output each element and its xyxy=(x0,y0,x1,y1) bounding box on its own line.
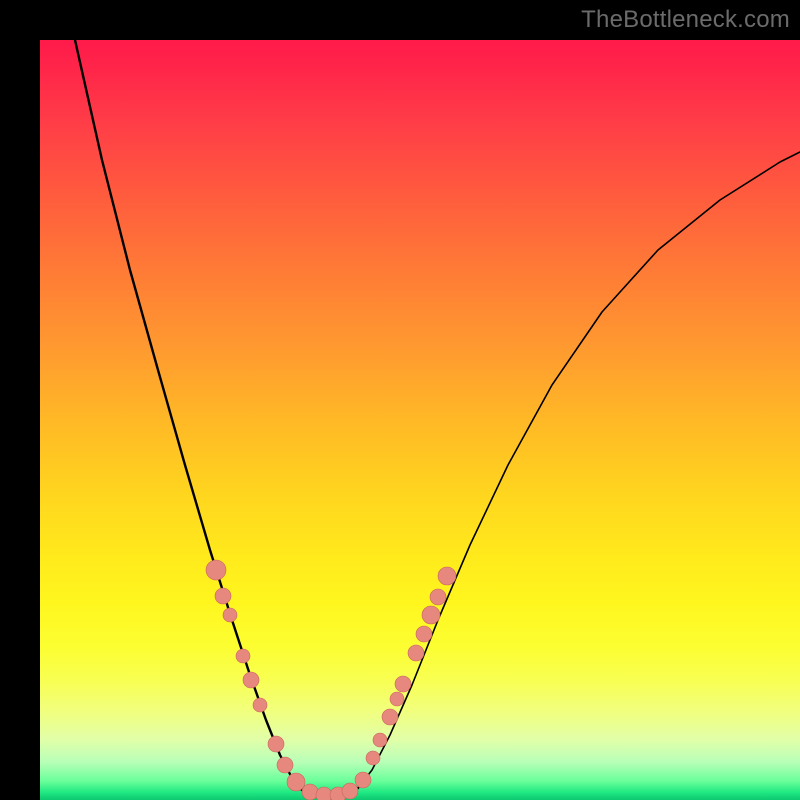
data-marker xyxy=(302,784,318,800)
curve-group xyxy=(75,40,800,796)
plot-area xyxy=(40,40,800,800)
data-marker xyxy=(277,757,293,773)
data-marker xyxy=(390,692,404,706)
data-marker xyxy=(382,709,398,725)
data-marker xyxy=(422,606,440,624)
data-marker xyxy=(438,567,456,585)
data-marker xyxy=(355,772,371,788)
data-marker xyxy=(243,672,259,688)
data-marker xyxy=(395,676,411,692)
data-marker xyxy=(253,698,267,712)
data-marker xyxy=(342,783,358,799)
data-marker xyxy=(408,645,424,661)
data-marker xyxy=(316,787,332,800)
chart-frame: TheBottleneck.com xyxy=(0,0,800,800)
data-marker xyxy=(268,736,284,752)
data-marker xyxy=(373,733,387,747)
data-marker xyxy=(215,588,231,604)
data-marker xyxy=(223,608,237,622)
data-marker xyxy=(236,649,250,663)
watermark-text: TheBottleneck.com xyxy=(581,6,790,34)
data-marker xyxy=(366,751,380,765)
data-marker xyxy=(430,589,446,605)
data-marker xyxy=(287,773,305,791)
chart-svg xyxy=(40,40,800,800)
data-marker xyxy=(206,560,226,580)
marker-group xyxy=(206,560,456,800)
data-marker xyxy=(416,626,432,642)
